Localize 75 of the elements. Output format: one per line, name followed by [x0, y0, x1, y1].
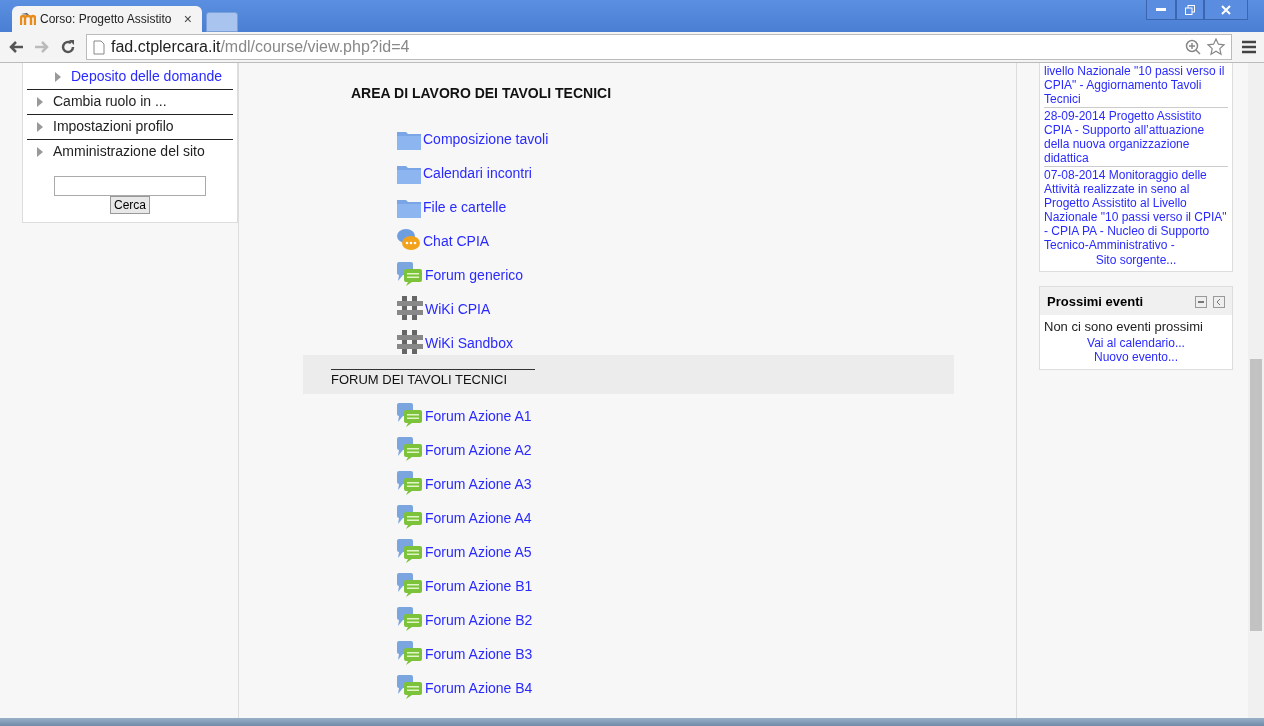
navigation-item[interactable]: Impostazioni profilo — [53, 118, 174, 135]
news-link[interactable]: livello Nazionale "10 passi verso il CPIA" - Aggiornamento Tavoli Tecnici — [1044, 63, 1228, 107]
no-events-message: Non ci sono eventi prossimi — [1043, 318, 1204, 336]
tab-title: Corso: Progetto Assistito — [40, 12, 173, 26]
activity-link[interactable]: Forum Azione A1 — [425, 408, 532, 428]
news-link[interactable]: 07-08-2014 Monitoraggio delle Attività realizzate in seno al Progetto Assistito al Livello Nazionale "10 passi verso il CPIA" - CPIA PA - Nucleo di Supporto Tecnico-Amministrativo - — [1044, 166, 1228, 253]
folder-icon — [396, 129, 422, 151]
folder-icon — [396, 163, 422, 185]
moodle-logo-icon — [20, 12, 36, 26]
event-link[interactable]: Nuovo evento... — [1040, 350, 1232, 364]
page-icon — [93, 39, 105, 55]
forum-bubbles-icon — [396, 504, 424, 530]
activity-link[interactable]: Forum Azione B3 — [425, 646, 533, 666]
chat-bubbles-icon — [396, 227, 422, 253]
activity-link[interactable]: Forum Azione A3 — [425, 476, 532, 496]
menu-icon[interactable] — [1242, 40, 1256, 54]
navigation-item[interactable]: Deposito delle domande — [71, 68, 222, 85]
block-title: Prossimi eventi — [1047, 294, 1145, 309]
activity-link[interactable]: WiKi Sandbox — [425, 335, 513, 355]
forum-bubbles-icon — [396, 640, 424, 666]
activity-link[interactable]: WiKi CPIA — [425, 301, 491, 321]
folder-icon — [396, 197, 422, 219]
browser-tab[interactable]: Corso: Progetto Assistito × — [12, 6, 202, 32]
activity-link[interactable]: Composizione tavoli — [423, 131, 549, 151]
activity-link[interactable]: Forum Azione B2 — [425, 612, 533, 632]
forum-bubbles-icon — [396, 538, 424, 564]
activity-link[interactable]: Forum Azione A5 — [425, 544, 532, 564]
close-icon — [1221, 4, 1231, 15]
forum-bubbles-icon — [396, 436, 424, 462]
search-button[interactable]: Cerca — [110, 196, 150, 214]
navigation-item[interactable]: Cambia ruolo in ... — [53, 93, 167, 110]
forum-bubbles-icon — [396, 606, 424, 632]
activity-link[interactable]: File e cartelle — [423, 199, 507, 219]
url-host: fad.ctplercara.it — [111, 38, 221, 56]
forum-bubbles-icon — [396, 572, 424, 598]
zoom-in-icon[interactable] — [1185, 39, 1201, 55]
minimize-icon — [1156, 8, 1166, 11]
collapse-icon[interactable] — [1195, 295, 1207, 308]
dock-icon[interactable] — [1213, 295, 1225, 308]
expand-triangle-icon[interactable] — [55, 72, 61, 82]
forum-bubbles-icon — [396, 470, 424, 496]
wiki-grid-icon — [396, 295, 424, 321]
activity-link[interactable]: Forum Azione B4 — [425, 680, 533, 700]
reload-icon[interactable] — [60, 39, 76, 55]
address-bar[interactable]: fad.ctplercara.it/mdl/course/view.php?id=4 — [86, 34, 1232, 60]
forum-bubbles-icon — [396, 402, 424, 428]
navigation-item[interactable]: Amministrazione del sito — [53, 143, 205, 160]
section-title: FORUM DEI TAVOLI TECNICI — [331, 369, 535, 387]
activity-link[interactable]: Chat CPIA — [423, 233, 490, 253]
minimize-button[interactable] — [1146, 0, 1176, 20]
forum-bubbles-icon — [396, 674, 424, 700]
scrollbar[interactable] — [1248, 63, 1264, 718]
expand-triangle-icon[interactable] — [37, 122, 43, 132]
activity-link[interactable]: Forum Azione B1 — [425, 578, 533, 598]
scrollbar-thumb[interactable] — [1250, 359, 1262, 631]
expand-triangle-icon[interactable] — [37, 147, 43, 157]
forum-bubbles-icon — [396, 261, 424, 287]
restore-button[interactable] — [1176, 0, 1204, 20]
back-arrow-icon[interactable] — [8, 40, 24, 54]
activity-link[interactable]: Forum Azione A2 — [425, 442, 532, 462]
tab-close-button[interactable]: × — [181, 11, 194, 27]
expand-triangle-icon[interactable] — [37, 97, 43, 107]
restore-icon — [1185, 4, 1195, 15]
activity-link[interactable]: Forum Azione A4 — [425, 510, 532, 530]
event-link[interactable]: Vai al calendario... — [1040, 336, 1232, 350]
close-window-button[interactable] — [1204, 0, 1248, 20]
section-title: AREA DI LAVORO DEI TAVOLI TECNICI — [351, 85, 613, 101]
activity-link[interactable]: Calendari incontri — [423, 165, 532, 185]
bookmark-star-icon[interactable] — [1207, 38, 1225, 56]
activity-link[interactable]: Forum generico — [425, 267, 524, 287]
url-path: /mdl/course/view.php?id=4 — [220, 38, 410, 56]
search-field[interactable] — [54, 176, 206, 196]
wiki-grid-icon — [396, 329, 424, 355]
news-link[interactable]: 28-09-2014 Progetto Assistito CPIA - Supporto all’attuazione della nuova organizzazione didattica — [1044, 107, 1228, 166]
source-site-link[interactable]: Sito sorgente... — [1044, 253, 1228, 267]
